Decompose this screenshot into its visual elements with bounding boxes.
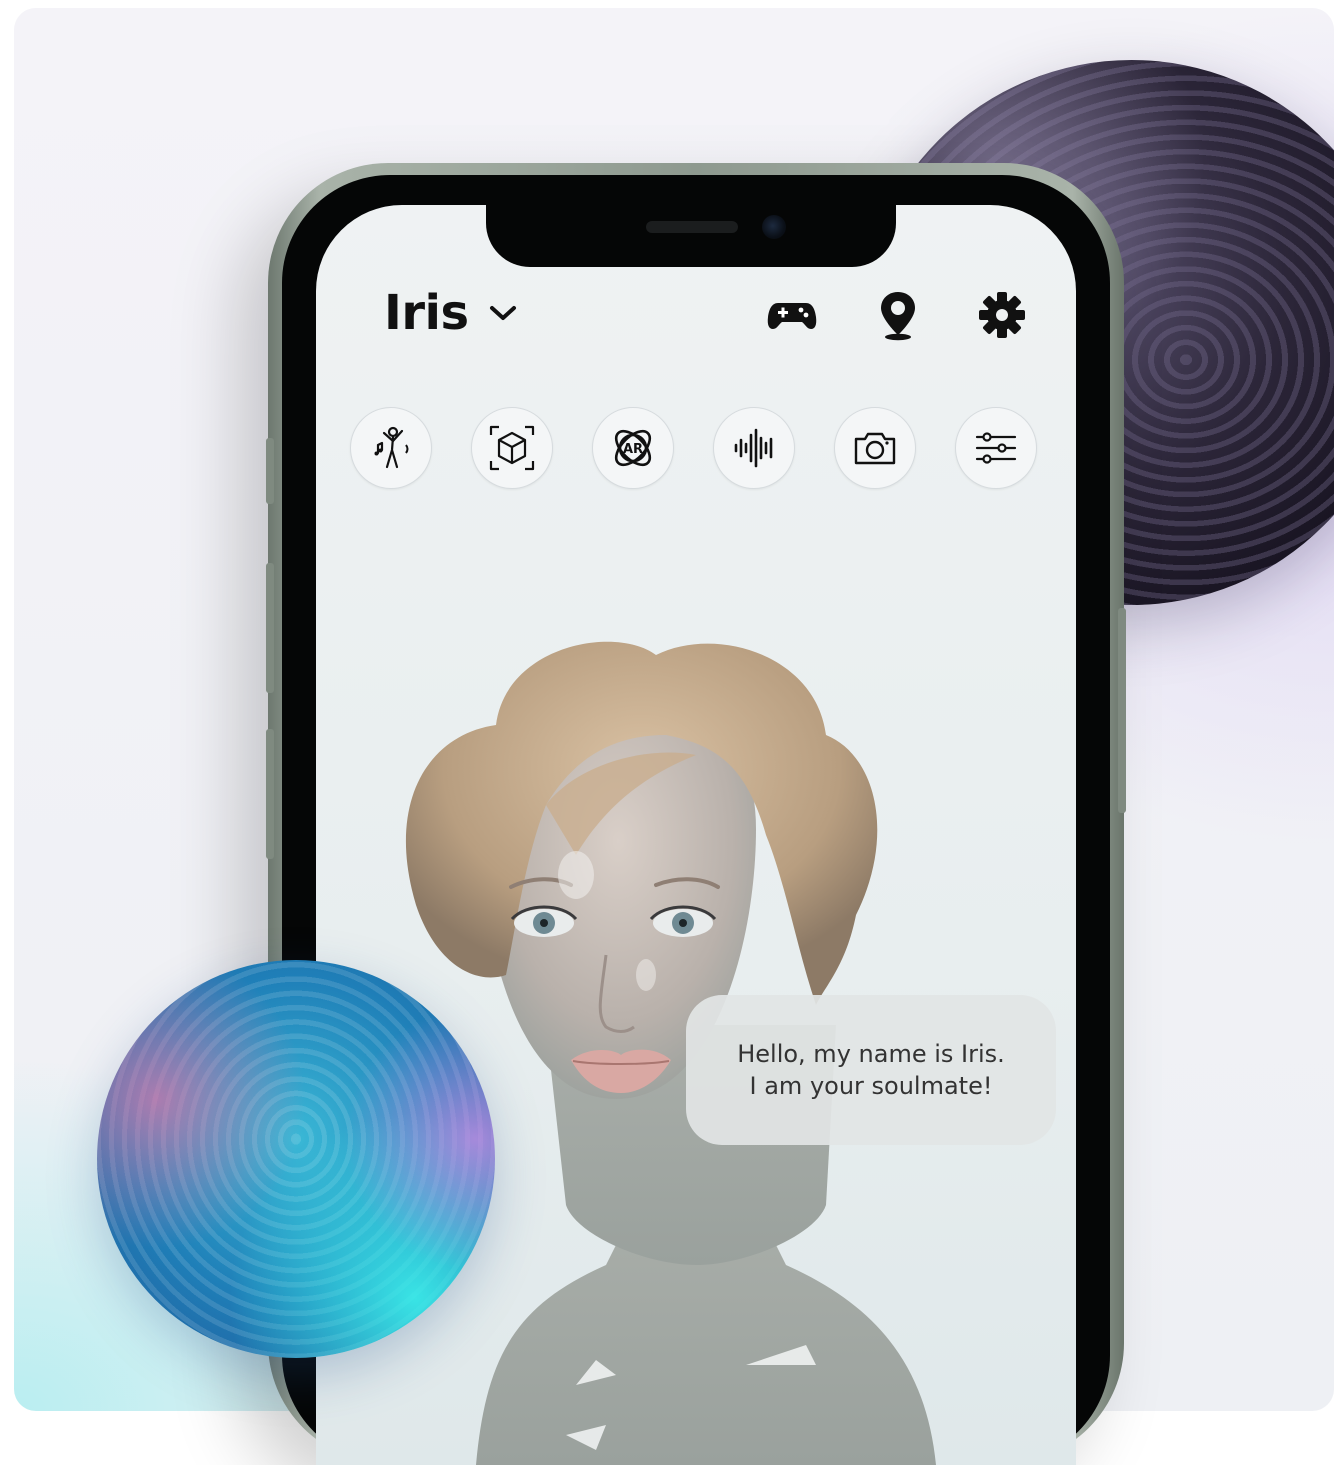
blue-planet-decoration — [97, 960, 495, 1358]
adjustments-button[interactable] — [955, 407, 1037, 489]
phone-side-button — [266, 438, 274, 504]
speech-line-1: Hello, my name is Iris. — [737, 1040, 1005, 1068]
ar-icon: AR — [614, 429, 652, 467]
ar-label: AR — [623, 442, 643, 457]
character-name: Iris — [384, 285, 469, 341]
camera-icon — [854, 432, 896, 465]
phone-power-button — [1118, 608, 1126, 813]
phone-side-button — [266, 563, 274, 693]
speech-bubble: Hello, my name is Iris. I am your soulma… — [686, 995, 1056, 1145]
3d-view-button[interactable] — [471, 407, 553, 489]
phone-side-button — [266, 729, 274, 859]
gamepad-icon[interactable] — [766, 289, 818, 341]
dance-icon — [374, 426, 409, 469]
camera-button[interactable] — [834, 407, 916, 489]
character-selector[interactable]: Iris — [384, 285, 519, 341]
3d-cube-icon — [489, 425, 535, 471]
sliders-icon — [975, 432, 1017, 464]
location-pin-icon[interactable] — [872, 289, 924, 341]
app-header: Iris — [316, 205, 1076, 365]
audio-waveform-icon — [734, 428, 773, 468]
dance-button[interactable] — [350, 407, 432, 489]
voice-button[interactable] — [713, 407, 795, 489]
avatar-character[interactable] — [316, 505, 1076, 1465]
speech-line-2: I am your soulmate! — [749, 1072, 993, 1100]
gear-icon[interactable] — [976, 289, 1028, 341]
feature-toolbar: AR — [350, 407, 1040, 489]
chevron-down-icon — [489, 306, 516, 320]
ar-button[interactable]: AR — [592, 407, 674, 489]
